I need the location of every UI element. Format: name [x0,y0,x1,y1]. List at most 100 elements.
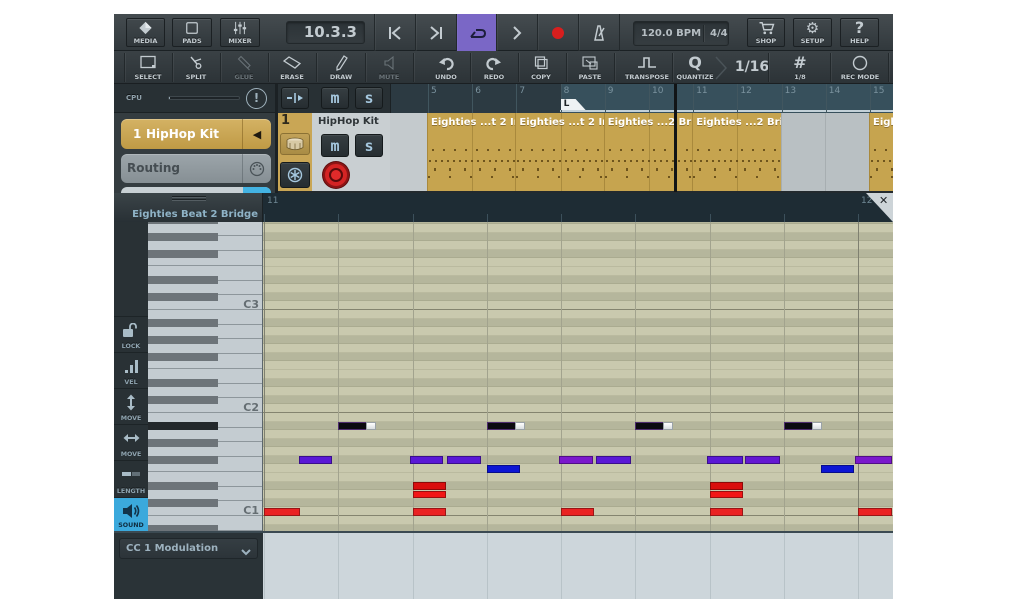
track-mute-button[interactable]: m [321,134,349,157]
controller-lane-area[interactable] [263,533,893,599]
midi-note[interactable] [855,456,893,465]
metronome-button[interactable] [578,14,620,51]
track-name[interactable]: HipHop Kit [318,116,379,127]
tool-copy-button[interactable]: COPY [517,51,565,84]
midi-note[interactable] [858,507,893,516]
midi-part[interactable]: Eighties ...2 Bridge [692,113,781,191]
insert-track-button[interactable] [281,87,309,109]
note-resize-handle[interactable] [811,421,822,430]
black-key[interactable] [148,293,218,302]
midi-note[interactable] [709,507,743,516]
controller-select[interactable]: CC 1 Modulation [119,538,258,559]
instrument-button[interactable]: 1 HipHop Kit ◀ [121,119,271,149]
midi-note[interactable] [264,507,301,516]
editor-tool-sound-button[interactable]: SOUND [114,497,148,531]
setup-button[interactable]: ⚙ SETUP [793,18,832,47]
black-key[interactable] [148,275,218,284]
media-button[interactable]: MEDIA [126,18,165,47]
editor-tool-move-vertical-button[interactable]: MOVE [114,388,148,424]
time-signature[interactable]: 4/4 [710,22,728,45]
tempo-display[interactable]: 120.0 BPM 4/4 [633,21,729,46]
midi-note[interactable] [298,456,333,465]
routing-button[interactable]: Routing [121,154,271,183]
play-button[interactable] [496,14,537,51]
black-key[interactable] [148,378,218,387]
tool-quantize-button[interactable]: Q QUANTIZE [671,51,719,84]
help-button[interactable]: ? HELP [840,18,879,47]
midi-note[interactable] [486,464,520,473]
midi-note[interactable] [709,482,743,490]
position-display[interactable]: 10.3.3 [286,21,365,44]
rec-mode-button[interactable]: REC MODE [836,51,884,84]
editor-ruler[interactable]: 11 12 ✕ [263,193,893,222]
midi-note[interactable] [558,456,594,465]
black-key[interactable] [148,499,218,508]
black-key[interactable] [148,439,218,448]
midi-note[interactable] [412,490,446,499]
midi-part[interactable]: Eighties ...2 Bridge [603,113,693,191]
midi-note[interactable] [820,464,855,473]
warning-icon[interactable]: ! [246,88,267,109]
midi-part[interactable]: Eighties ...t 2 Intro [427,113,516,191]
midi-note[interactable] [706,456,744,465]
tool-erase-button[interactable]: ERASE [268,51,316,84]
midi-part[interactable]: Eighties ...t 2 Intro [515,113,604,191]
tool-draw-button[interactable]: DRAW [317,51,365,84]
tool-split-button[interactable]: SPLIT [172,51,220,84]
cycle-button[interactable] [456,14,496,51]
global-mute-button[interactable]: m [321,87,349,109]
black-key[interactable] [148,222,218,224]
global-solo-button[interactable]: s [355,87,383,109]
freeze-button[interactable] [280,162,310,188]
tool-glue-button[interactable]: GLUE [220,51,268,84]
tool-transpose-button[interactable]: TRANSPOSE [623,51,671,84]
editor-tool-move-horizontal-button[interactable]: MOVE [114,424,148,460]
track-solo-button[interactable]: s [355,134,383,157]
midi-note-selected[interactable] [635,421,674,430]
midi-note-selected[interactable] [783,421,822,430]
tool-paste-button[interactable]: PASTE [566,51,614,84]
instrument-type-button[interactable] [280,133,310,155]
black-key[interactable] [148,396,218,405]
record-button[interactable] [537,14,578,51]
black-key[interactable] [148,353,218,362]
piano-keyboard[interactable]: C3 C2 C1 [148,222,263,531]
black-key[interactable] [148,250,218,259]
track-lane[interactable]: Eighties ...t 2 Intro Eighties ...t 2 Int… [390,113,893,191]
editor-tool-length-button[interactable]: LENGTH [114,460,148,497]
mixer-button[interactable]: MIXER [220,18,260,47]
black-key[interactable] [148,456,218,465]
note-grid[interactable] [263,222,893,531]
pads-button[interactable]: PADS [172,18,212,47]
midi-note[interactable] [709,490,743,499]
note-resize-handle[interactable] [366,421,377,430]
midi-note[interactable] [412,507,446,516]
tool-mute-button[interactable]: MUTE [365,51,413,84]
black-key[interactable] [148,233,218,242]
playhead[interactable] [674,84,678,192]
midi-note[interactable] [561,507,595,516]
go-to-end-button[interactable] [415,14,456,51]
midi-note[interactable] [412,482,446,490]
editor-tool-lock-button[interactable]: LOCK [114,316,148,352]
midi-note-selected[interactable] [486,421,525,430]
shop-button[interactable]: SHOP [747,18,785,47]
midi-note-selected[interactable] [338,421,377,430]
black-key-highlighted[interactable] [148,421,218,430]
note-resize-handle[interactable] [514,421,525,430]
track-header[interactable]: 1 HipHop Kit m s [278,113,390,191]
midi-note[interactable] [447,456,481,465]
go-to-start-button[interactable] [374,14,415,51]
midi-note[interactable] [409,456,444,465]
midi-part[interactable]: Eigh [869,113,893,191]
record-arm-button[interactable] [323,162,349,188]
drag-grip-icon[interactable] [172,196,206,197]
black-key[interactable] [148,481,218,490]
note-resize-handle[interactable] [663,421,674,430]
grid-button[interactable]: # 1/8 [776,51,824,84]
tool-redo-button[interactable]: REDO [470,51,518,84]
tool-undo-button[interactable]: UNDO [422,51,470,84]
editor-tool-vel-button[interactable]: VEL [114,352,148,388]
close-icon[interactable]: ✕ [879,194,888,207]
midi-note[interactable] [745,456,780,465]
